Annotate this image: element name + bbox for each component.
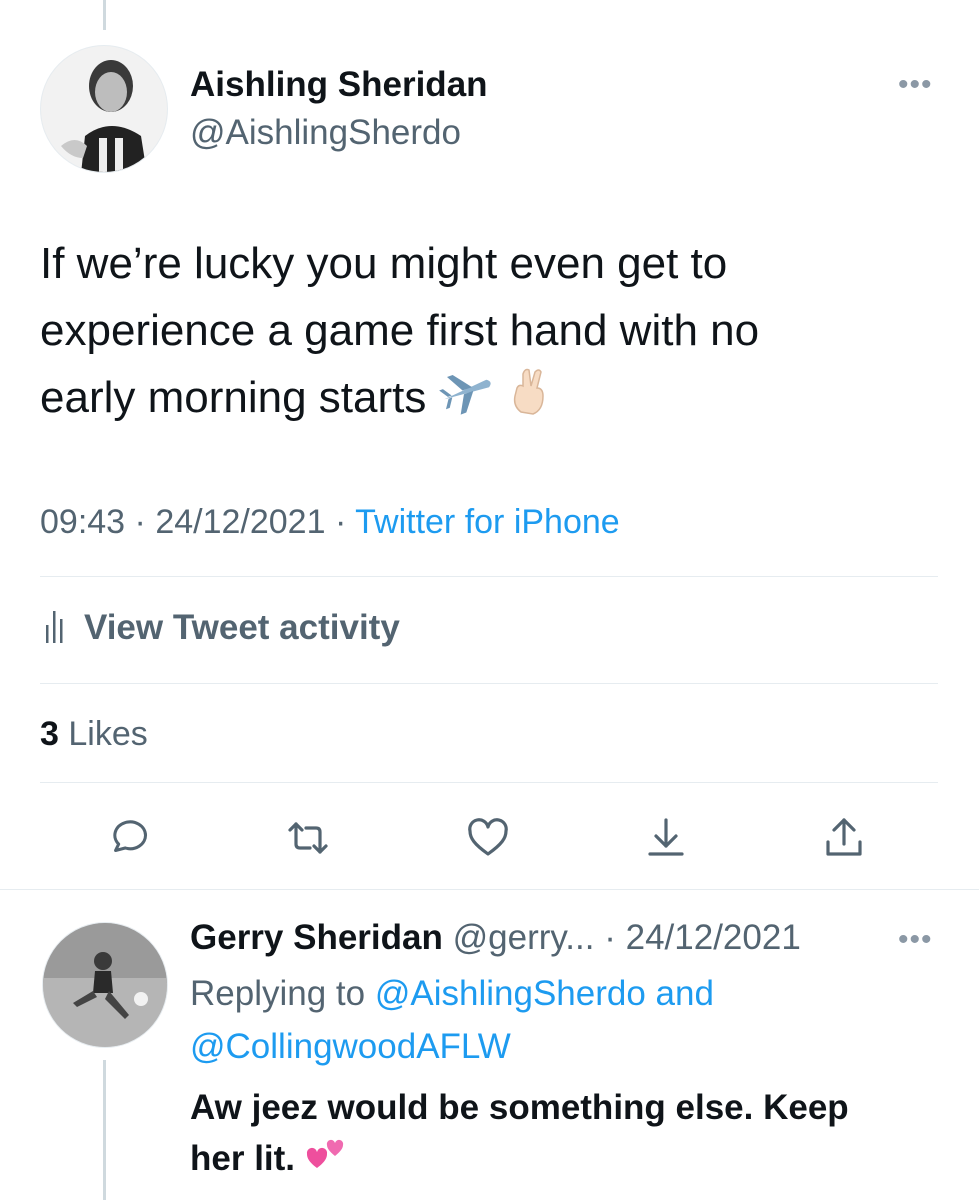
tweet-date[interactable]: 24/12/2021: [155, 503, 325, 541]
reply-text: Aw jeez would be something else. Keep he…: [190, 1082, 950, 1188]
author-name[interactable]: Aishling Sheridan: [190, 65, 488, 105]
meta-separator: ·: [334, 503, 347, 541]
crossed-fingers-emoji-icon: [507, 366, 553, 435]
avatar-photo: [41, 46, 167, 172]
analytics-icon: [40, 605, 84, 650]
reply-author-avatar[interactable]: [42, 922, 168, 1048]
reply-text-line-2-text: her lit.: [190, 1139, 296, 1178]
bookmark-button[interactable]: [636, 808, 696, 868]
retweet-button[interactable]: [278, 808, 338, 868]
tweet-time[interactable]: 09:43: [40, 503, 125, 541]
reply-author-handle[interactable]: @gerry...: [453, 918, 595, 957]
tweet-text-line-3: early morning starts: [40, 364, 940, 435]
section-divider: [0, 889, 979, 890]
bookmark-icon: [648, 818, 684, 856]
tweet-text: If we’re lucky you might even get to exp…: [40, 230, 940, 435]
reply-meta-separator: ·: [604, 918, 616, 957]
like-icon: [468, 818, 508, 856]
share-icon: [826, 818, 862, 856]
view-tweet-activity-label: View Tweet activity: [84, 607, 400, 647]
likes-label: Likes: [68, 715, 148, 753]
reply-icon: [113, 820, 148, 852]
tweet-text-line-3-text: early morning starts: [40, 373, 427, 422]
airplane-emoji-icon: [438, 367, 495, 434]
replying-to-prefix: Replying to: [190, 974, 366, 1013]
replying-to-link-aishling[interactable]: @AishlingSherdo: [375, 974, 646, 1013]
divider: [40, 782, 938, 783]
reply-button[interactable]: [99, 808, 159, 868]
thread-line-top: [103, 0, 106, 30]
two-hearts-emoji-icon: [305, 1134, 349, 1188]
author-handle[interactable]: @AishlingSherdo: [190, 113, 461, 153]
like-button[interactable]: [458, 808, 518, 868]
reply-text-line-2: her lit.: [190, 1133, 950, 1188]
divider: [40, 683, 938, 684]
tweet-text-line-1: If we’re lucky you might even get to: [40, 239, 728, 288]
likes-count-link[interactable]: 3 Likes: [40, 715, 148, 754]
tweet-source-link[interactable]: Twitter for iPhone: [355, 503, 620, 541]
author-avatar[interactable]: [40, 45, 168, 173]
reply-avatar-photo: [43, 923, 167, 1047]
thread-line-bottom: [103, 1060, 106, 1200]
replying-to-link-collingwood[interactable]: @CollingwoodAFLW: [190, 1027, 511, 1066]
replying-to: Replying to @AishlingSherdo and @Colling…: [190, 967, 910, 1073]
share-button[interactable]: [814, 808, 874, 868]
tweet-meta: 09:43 · 24/12/2021 · Twitter for iPhone: [40, 503, 620, 542]
meta-separator: ·: [134, 503, 146, 541]
reply-author-name[interactable]: Gerry Sheridan: [190, 918, 443, 957]
retweet-icon: [288, 822, 328, 854]
likes-count: 3: [40, 715, 59, 753]
reply-date[interactable]: 24/12/2021: [626, 918, 801, 957]
reply-more-options-icon[interactable]: •••: [898, 925, 933, 955]
more-options-icon[interactable]: •••: [898, 70, 933, 100]
replying-to-and: and: [655, 974, 714, 1013]
reply-header: Gerry Sheridan @gerry... · 24/12/2021: [190, 918, 801, 958]
view-tweet-activity-button[interactable]: View Tweet activity: [40, 605, 400, 650]
reply-text-line-1: Aw jeez would be something else. Keep: [190, 1088, 849, 1127]
divider: [40, 576, 938, 577]
tweet-text-line-2: experience a game first hand with no: [40, 306, 760, 355]
